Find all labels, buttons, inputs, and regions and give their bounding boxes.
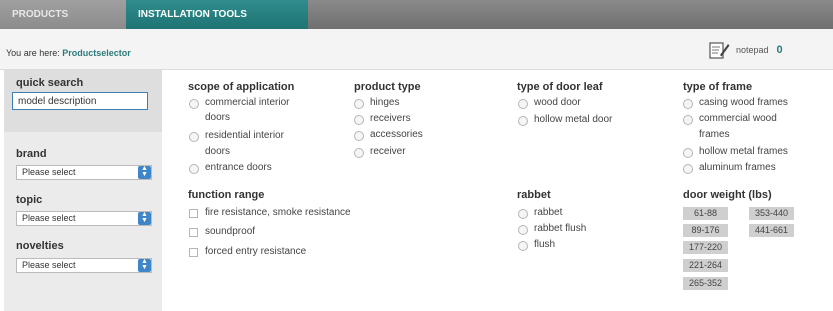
radio-scope-entrance-doors[interactable] xyxy=(189,164,199,174)
quick-search-panel: quick search xyxy=(4,70,162,132)
product-type-title: product type xyxy=(354,81,421,93)
function-range-title: function range xyxy=(188,189,265,201)
rabbet-title: rabbet xyxy=(517,189,551,201)
breadcrumb-prefix: You are here: xyxy=(6,48,60,58)
radio-rabbet[interactable] xyxy=(518,209,528,219)
topic-select-value: Please select xyxy=(22,213,76,223)
quick-search-input[interactable] xyxy=(12,92,148,110)
frame-option-label-cont: frames xyxy=(699,129,730,140)
product-option-label: accessories xyxy=(370,129,423,140)
radio-frame-aluminum[interactable] xyxy=(683,164,693,174)
product-option-label: receiver xyxy=(370,146,406,157)
novelties-select-value: Please select xyxy=(22,260,76,270)
breadcrumb-bar: You are here: Productselector notepad 0 xyxy=(0,29,833,70)
radio-product-accessories[interactable] xyxy=(354,131,364,141)
radio-frame-hollow-metal[interactable] xyxy=(683,148,693,158)
notepad-link[interactable]: notepad 0 xyxy=(708,39,783,61)
topic-title: topic xyxy=(16,194,43,206)
select-arrows-icon: ▲ ▼ xyxy=(138,165,151,179)
notepad-icon xyxy=(709,42,730,59)
sidebar: quick search brand Please select ▲▼ topi… xyxy=(4,70,162,311)
radio-flush[interactable] xyxy=(518,241,528,251)
tab-products[interactable]: PRODUCTS xyxy=(0,0,126,29)
function-option-label: fire resistance, smoke resistance xyxy=(205,207,351,218)
topic-select[interactable]: Please select ▲ ▼ xyxy=(16,211,152,226)
product-option-label: receivers xyxy=(370,113,411,124)
checkbox-fire-resistance[interactable] xyxy=(189,209,198,218)
function-option-label: forced entry resistance xyxy=(205,246,307,257)
radio-door-wood[interactable] xyxy=(518,99,528,109)
checkbox-soundproof[interactable] xyxy=(189,228,198,237)
notepad-count: 0 xyxy=(776,44,783,56)
scope-option-label: residential interior xyxy=(205,130,284,141)
radio-rabbet-flush[interactable] xyxy=(518,225,528,235)
radio-product-receivers[interactable] xyxy=(354,115,364,125)
scope-option-label-cont: doors xyxy=(205,112,231,123)
door-weight-button[interactable]: 441-661 xyxy=(749,224,794,237)
frame-option-label: commercial wood xyxy=(699,113,777,124)
door-leaf-title: type of door leaf xyxy=(517,81,603,93)
brand-select[interactable]: Please select ▲ ▼ xyxy=(16,165,152,180)
function-option-label: soundproof xyxy=(205,226,256,237)
product-option-label: hinges xyxy=(370,97,400,108)
scope-option-label: commercial interior xyxy=(205,97,290,108)
door-weight-button[interactable]: 265-352 xyxy=(683,277,728,290)
breadcrumb-current-link[interactable]: Productselector xyxy=(62,48,131,58)
novelties-title: novelties xyxy=(16,240,64,252)
scope-option-label-cont: doors xyxy=(205,146,231,157)
rabbet-option-label: rabbet xyxy=(534,207,563,218)
breadcrumb: You are here: Productselector xyxy=(6,48,131,58)
brand-title: brand xyxy=(16,148,47,160)
door-weight-button[interactable]: 61-88 xyxy=(683,207,728,220)
frame-option-label: hollow metal frames xyxy=(699,146,788,157)
rabbet-option-label: flush xyxy=(534,239,556,250)
door-leaf-option-label: wood door xyxy=(534,97,581,108)
door-weight-button[interactable]: 353-440 xyxy=(749,207,794,220)
radio-product-receiver[interactable] xyxy=(354,148,364,158)
select-arrows-icon: ▲ ▼ xyxy=(138,258,151,272)
door-weight-button[interactable]: 177-220 xyxy=(683,241,728,254)
brand-select-value: Please select xyxy=(22,167,76,177)
radio-frame-commercial-wood[interactable] xyxy=(683,115,693,125)
quick-search-title: quick search xyxy=(16,77,84,89)
door-weight-title: door weight (lbs) xyxy=(683,189,772,201)
tab-installation-tools[interactable]: INSTALLATION TOOLS xyxy=(126,0,308,29)
radio-scope-commercial-interior[interactable] xyxy=(189,99,199,109)
radio-product-hinges[interactable] xyxy=(354,99,364,109)
radio-frame-casing-wood[interactable] xyxy=(683,99,693,109)
frame-option-label: aluminum frames xyxy=(699,162,776,173)
novelties-select[interactable]: Please select ▲ ▼ xyxy=(16,258,152,273)
scope-title: scope of application xyxy=(188,81,295,93)
door-weight-button[interactable]: 221-264 xyxy=(683,259,728,272)
scope-option-label: entrance doors xyxy=(205,162,272,173)
radio-scope-residential-interior[interactable] xyxy=(189,132,199,142)
rabbet-option-label: rabbet flush xyxy=(534,223,587,234)
frame-option-label: casing wood frames xyxy=(699,97,788,108)
door-leaf-option-label: hollow metal door xyxy=(534,114,613,125)
select-arrows-icon: ▲ ▼ xyxy=(138,211,151,225)
frame-title: type of frame xyxy=(683,81,753,93)
door-weight-button[interactable]: 89-176 xyxy=(683,224,728,237)
checkbox-forced-entry[interactable] xyxy=(189,248,198,257)
radio-door-hollow-metal[interactable] xyxy=(518,116,528,126)
notepad-label: notepad xyxy=(736,45,769,55)
